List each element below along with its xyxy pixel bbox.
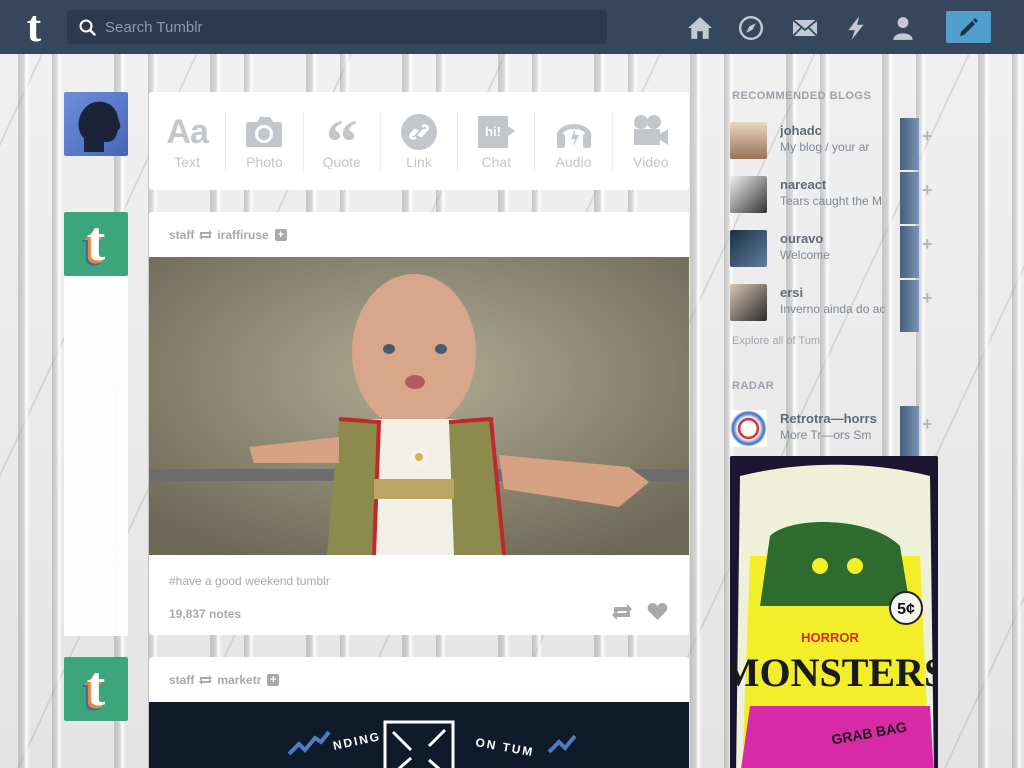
- banner-right-text: ON TUM: [474, 735, 535, 759]
- blog-desc: My blog / your ar: [780, 140, 870, 154]
- pack-price: 5¢: [897, 601, 915, 618]
- follow-plus-icon[interactable]: +: [922, 126, 933, 147]
- post-type-bar: Aa Text Photo “ Quote Link hi! Chat Audi…: [149, 92, 689, 190]
- chat-glyph-text: hi!: [485, 124, 501, 139]
- post-banner[interactable]: NDING ON TUM: [149, 702, 689, 768]
- scroll-shade: [900, 226, 919, 278]
- left-column-strip: [64, 276, 128, 636]
- explore-icon[interactable]: [738, 15, 764, 41]
- video-camera-icon: [633, 115, 668, 145]
- post-photo[interactable]: [149, 257, 689, 555]
- follow-plus-icon[interactable]: +: [922, 288, 933, 309]
- inbox-icon[interactable]: [792, 15, 818, 41]
- blog-name[interactable]: nareact: [780, 177, 898, 192]
- blog-avatar[interactable]: [730, 230, 767, 267]
- follow-plus-icon[interactable]: +: [922, 180, 933, 201]
- banner-left-text: NDING: [332, 729, 383, 753]
- recommended-heading: RECOMMENDED BLOGS: [732, 90, 872, 102]
- post-tags[interactable]: #have a good weekend tumblr: [169, 574, 330, 588]
- home-icon[interactable]: [687, 15, 713, 41]
- radar-blog[interactable]: Retrotra—horrs More Tr—ors Sm +: [730, 406, 938, 460]
- post-header: staff marketr +: [169, 673, 280, 687]
- dashboard-post: staff marketr + NDING ON TUM: [149, 657, 689, 768]
- blog-desc: Tears caught the M: [780, 194, 883, 208]
- blog-name[interactable]: ouravo: [780, 231, 898, 246]
- blog-desc: Inverno ainda do ac: [780, 302, 886, 316]
- headphones-icon: [556, 124, 592, 148]
- staff-avatar-2[interactable]: t: [64, 657, 128, 721]
- follow-plus-icon[interactable]: +: [922, 234, 933, 255]
- blog-avatar[interactable]: [730, 176, 767, 213]
- blog-desc: Welcome: [780, 248, 830, 262]
- recommended-blog[interactable]: johadc My blog / your ar +: [730, 118, 938, 172]
- text-icon: Aa: [166, 112, 208, 151]
- recommended-blog[interactable]: nareact Tears caught the M +: [730, 172, 938, 226]
- pencil-icon: [960, 18, 978, 36]
- horror-monsters-pack: 5¢ HORROR MONSTERS GRAB BAG: [730, 456, 938, 768]
- post-type-link[interactable]: Link: [381, 112, 459, 172]
- link-icon: [400, 114, 437, 150]
- pack-line2: MONSTERS: [730, 650, 938, 695]
- post-type-label: Chat: [481, 154, 512, 170]
- blog-avatar[interactable]: [730, 284, 767, 321]
- post-reblog-source[interactable]: marketr: [217, 673, 261, 687]
- post-author[interactable]: staff: [169, 228, 194, 242]
- reblog-icon[interactable]: [611, 603, 633, 621]
- post-header: staff iraffiruse +: [169, 228, 287, 242]
- post-type-quote[interactable]: “ Quote: [304, 110, 381, 174]
- heart-icon[interactable]: [647, 602, 668, 621]
- blog-desc: More Tr—ors Sm: [780, 428, 872, 442]
- post-type-audio[interactable]: Audio: [535, 112, 613, 172]
- top-navbar: t: [0, 0, 1024, 54]
- blog-name[interactable]: johadc: [780, 123, 898, 138]
- follow-plus-icon[interactable]: +: [922, 414, 933, 435]
- search-box[interactable]: [67, 10, 607, 44]
- search-icon: [79, 19, 96, 36]
- camera-icon: [246, 117, 283, 147]
- search-input[interactable]: [105, 10, 595, 44]
- radar-heading: RADAR: [732, 380, 775, 392]
- post-type-label: Quote: [322, 154, 361, 170]
- staff-avatar[interactable]: t: [64, 212, 128, 276]
- blog-avatar[interactable]: [730, 410, 767, 447]
- scroll-shade: [900, 172, 919, 224]
- recommended-blog[interactable]: ersi Inverno ainda do ac +: [730, 280, 938, 334]
- post-type-label: Text: [174, 154, 200, 170]
- user-avatar[interactable]: [64, 92, 128, 156]
- post-notes-count[interactable]: 19,837 notes: [169, 607, 241, 621]
- post-type-label: Link: [406, 154, 432, 170]
- post-type-text[interactable]: Aa Text: [149, 112, 227, 172]
- post-type-label: Audio: [555, 154, 592, 170]
- post-type-label: Photo: [246, 154, 283, 170]
- compose-button[interactable]: [946, 11, 991, 43]
- pack-line1: HORROR: [801, 630, 859, 645]
- scroll-shade: [900, 406, 919, 458]
- scroll-shade: [900, 118, 919, 170]
- explore-link[interactable]: Explore all of Tum: [732, 335, 820, 347]
- dashboard-post: staff iraffiruse + #have a good weekend …: [149, 212, 689, 635]
- post-type-label: Video: [633, 154, 669, 170]
- post-type-video[interactable]: Video: [613, 112, 689, 172]
- blog-name[interactable]: Retrotra—horrs: [780, 411, 898, 426]
- doll-photo: [149, 257, 689, 555]
- account-icon[interactable]: [890, 15, 916, 41]
- post-type-photo[interactable]: Photo: [226, 112, 304, 172]
- blog-avatar[interactable]: [730, 122, 767, 159]
- activity-icon[interactable]: [843, 15, 869, 41]
- follow-plus-icon[interactable]: +: [274, 229, 287, 241]
- post-reblog-source[interactable]: iraffiruse: [217, 228, 268, 242]
- recommended-blog[interactable]: ouravo Welcome +: [730, 226, 938, 280]
- blog-name[interactable]: ersi: [780, 285, 898, 300]
- follow-plus-icon[interactable]: +: [267, 674, 280, 686]
- reblog-small-icon: [199, 230, 213, 240]
- reblog-small-icon: [199, 675, 213, 685]
- post-author[interactable]: staff: [169, 673, 194, 687]
- radar-post-image[interactable]: 5¢ HORROR MONSTERS GRAB BAG: [730, 456, 938, 768]
- banner-graphic: NDING ON TUM: [287, 720, 577, 768]
- silhouette-icon: [78, 101, 121, 152]
- post-type-chat[interactable]: hi! Chat: [458, 112, 536, 172]
- tumblr-logo[interactable]: t: [14, 5, 54, 49]
- scroll-shade: [900, 280, 919, 332]
- chat-icon: hi!: [478, 116, 516, 148]
